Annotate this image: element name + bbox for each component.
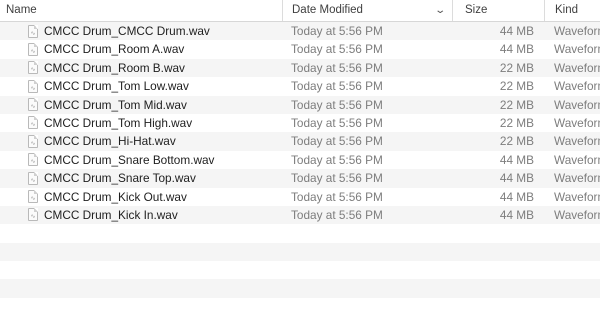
file-date-modified: Today at 5:56 PM xyxy=(291,24,383,38)
file-row[interactable]: ∿ CMCC Drum_Room A.wav Today at 5:56 PM 44 … xyxy=(0,40,600,59)
file-date-modified: Today at 5:56 PM xyxy=(291,97,383,112)
audio-file-icon: ∿ xyxy=(28,171,38,185)
file-date-modified: Today at 5:56 PM xyxy=(291,115,383,130)
chevron-down-icon: ⌄ xyxy=(433,5,446,16)
finder-list-view: Name Date Modified ⌄ Size Kind ∿ CMCC Dru… xyxy=(0,0,600,314)
file-date-modified: Today at 5:56 PM xyxy=(291,189,383,204)
file-size: 44 MB xyxy=(499,207,534,222)
file-date-modified: Today at 5:56 PM xyxy=(291,207,383,222)
column-header-size[interactable]: Size xyxy=(452,0,544,21)
file-kind: Waveform xyxy=(554,134,600,149)
file-size: 44 MB xyxy=(499,171,534,186)
file-kind: Waveform xyxy=(554,115,600,130)
file-date-modified: Today at 5:56 PM xyxy=(291,152,383,167)
file-name: CMCC Drum_Room B.wav xyxy=(44,60,185,75)
column-header-date-modified[interactable]: Date Modified ⌄ xyxy=(282,0,452,21)
file-size: 44 MB xyxy=(499,152,534,167)
audio-file-icon: ∿ xyxy=(28,153,38,167)
audio-file-icon: ∿ xyxy=(28,208,38,222)
file-size: 44 MB xyxy=(499,24,534,38)
file-name: CMCC Drum_Tom Mid.wav xyxy=(44,97,187,112)
column-header-bar: Name Date Modified ⌄ Size Kind xyxy=(0,0,600,22)
file-row[interactable]: ∿ CMCC Drum_Tom Mid.wav Today at 5:56 PM 22… xyxy=(0,95,600,114)
audio-file-icon: ∿ xyxy=(28,42,38,56)
file-size: 22 MB xyxy=(499,79,534,94)
file-size: 44 MB xyxy=(499,189,534,204)
file-kind: Waveform xyxy=(554,189,600,204)
file-kind: Waveform xyxy=(554,60,600,75)
column-header-date-label: Date Modified xyxy=(292,4,363,16)
file-row[interactable]: ∿ CMCC Drum_Kick Out.wav Today at 5:56 PM 4… xyxy=(0,187,600,206)
file-name: CMCC Drum_CMCC Drum.wav xyxy=(44,24,210,38)
audio-file-icon: ∿ xyxy=(28,98,38,112)
file-kind: Waveform xyxy=(554,152,600,167)
empty-row xyxy=(0,242,600,262)
file-name: CMCC Drum_Tom High.wav xyxy=(44,115,193,130)
file-row[interactable]: ∿ CMCC Drum_Hi-Hat.wav Today at 5:56 PM 22 … xyxy=(0,132,600,151)
file-row[interactable]: ∿ CMCC Drum_Tom Low.wav Today at 5:56 PM 22… xyxy=(0,77,600,96)
file-date-modified: Today at 5:56 PM xyxy=(291,60,383,75)
audio-file-icon: ∿ xyxy=(28,134,38,148)
file-row[interactable]: ∿ CMCC Drum_Kick In.wav Today at 5:56 PM 44… xyxy=(0,205,600,225)
file-size: 44 MB xyxy=(499,42,534,57)
audio-file-icon: ∿ xyxy=(28,24,38,38)
file-name: CMCC Drum_Tom Low.wav xyxy=(44,79,189,94)
file-row[interactable]: ∿ CMCC Drum_Snare Bottom.wav Today at 5:56… xyxy=(0,150,600,170)
file-size: 22 MB xyxy=(499,97,534,112)
empty-row xyxy=(0,297,600,314)
file-name: CMCC Drum_Kick Out.wav xyxy=(44,189,187,204)
audio-file-icon: ∿ xyxy=(28,116,38,130)
file-row[interactable]: ∿ CMCC Drum_CMCC Drum.wav Today at 5:56 PM… xyxy=(0,22,600,41)
column-header-size-label: Size xyxy=(465,4,488,16)
empty-row xyxy=(0,261,600,280)
audio-file-icon: ∿ xyxy=(28,190,38,204)
file-row[interactable]: ∿ CMCC Drum_Room B.wav Today at 5:56 PM 22 … xyxy=(0,58,600,78)
empty-row xyxy=(0,279,600,298)
file-name: CMCC Drum_Kick In.wav xyxy=(44,207,178,222)
column-header-name[interactable]: Name xyxy=(0,0,282,21)
file-size: 22 MB xyxy=(499,60,534,75)
file-row[interactable]: ∿ CMCC Drum_Tom High.wav Today at 5:56 PM 2… xyxy=(0,113,600,133)
file-kind: Waveform xyxy=(554,79,600,94)
file-kind: Waveform xyxy=(554,24,600,38)
file-kind: Waveform xyxy=(554,97,600,112)
column-header-kind-label: Kind xyxy=(555,4,579,16)
file-kind: Waveform xyxy=(554,171,600,186)
file-size: 22 MB xyxy=(499,134,534,149)
file-name: CMCC Drum_Room A.wav xyxy=(44,42,185,57)
file-date-modified: Today at 5:56 PM xyxy=(291,171,383,186)
file-name: CMCC Drum_Snare Bottom.wav xyxy=(44,152,215,167)
column-header-kind[interactable]: Kind xyxy=(544,0,600,21)
audio-file-icon: ∿ xyxy=(28,79,38,93)
file-row[interactable]: ∿ CMCC Drum_Snare Top.wav Today at 5:56 PM… xyxy=(0,169,600,188)
file-kind: Waveform xyxy=(554,207,600,222)
column-header-name-label: Name xyxy=(6,4,37,16)
file-size: 22 MB xyxy=(499,115,534,130)
file-name: CMCC Drum_Snare Top.wav xyxy=(44,171,196,186)
file-date-modified: Today at 5:56 PM xyxy=(291,134,383,149)
file-name: CMCC Drum_Hi-Hat.wav xyxy=(44,134,176,149)
audio-file-icon: ∿ xyxy=(28,61,38,75)
file-kind: Waveform xyxy=(554,42,600,57)
empty-row xyxy=(0,224,600,243)
file-list: ∿ CMCC Drum_CMCC Drum.wav Today at 5:56 PM… xyxy=(0,22,600,314)
file-date-modified: Today at 5:56 PM xyxy=(291,42,383,57)
file-date-modified: Today at 5:56 PM xyxy=(291,79,383,94)
